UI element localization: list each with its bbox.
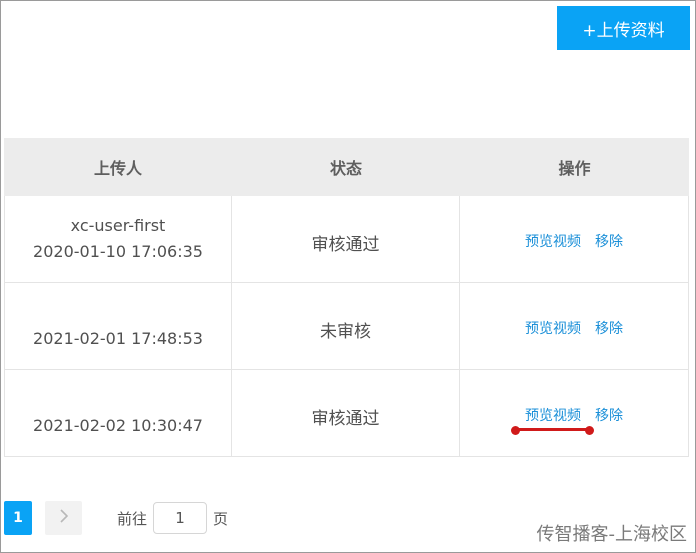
table-row: 2021-02-02 10:30:47 审核通过 预览视频 移除 [4, 370, 689, 457]
remove-link[interactable]: 移除 [595, 234, 623, 250]
annotation-dot-left [511, 426, 520, 435]
remove-link[interactable]: 移除 [595, 408, 623, 424]
annotation-dot-right [585, 426, 594, 435]
uploader-name: xc-user-first [70, 216, 166, 235]
next-page-button[interactable] [45, 501, 82, 535]
uploader-cell: 2021-02-01 17:48:53 [4, 283, 232, 369]
chevron-right-icon [59, 509, 69, 527]
upload-time: 2021-02-01 17:48:53 [33, 329, 203, 348]
status-text: 审核通过 [311, 235, 380, 255]
upload-time: 2020-01-10 17:06:35 [33, 242, 203, 261]
row-actions: 预览视频 移除 [460, 318, 688, 338]
page-suffix: 页 [213, 509, 229, 528]
uploader-cell: xc-user-first 2020-01-10 17:06:35 [4, 196, 232, 282]
status-cell: 未审核 [232, 283, 460, 369]
table-row: xc-user-first 2020-01-10 17:06:35 审核通过 预… [4, 196, 689, 283]
table-row: 2021-02-01 17:48:53 未审核 预览视频 移除 [4, 283, 689, 370]
watermark: 传智播客-上海校区 [536, 524, 688, 545]
preview-video-link[interactable]: 预览视频 [525, 234, 581, 250]
actions-cell: 预览视频 移除 [460, 283, 689, 369]
pagination: 1 前往 页 [4, 501, 228, 535]
preview-video-link[interactable]: 预览视频 [525, 321, 581, 337]
table-header: 上传人 状态 操作 [4, 138, 689, 196]
row-actions: 预览视频 移除 [460, 231, 688, 251]
status-cell: 审核通过 [232, 196, 460, 282]
goto-page-input[interactable] [153, 502, 208, 534]
page-number-current[interactable]: 1 [4, 501, 32, 535]
material-table: 上传人 状态 操作 xc-user-first 2020-01-10 17:06… [4, 138, 689, 457]
row-actions: 预览视频 移除 [460, 405, 688, 425]
annotation-underline [515, 428, 591, 431]
status-text: 审核通过 [311, 409, 380, 429]
status-text: 未审核 [320, 322, 371, 342]
uploader-cell: 2021-02-02 10:30:47 [4, 370, 232, 456]
app-frame: +上传资料 上传人 状态 操作 xc-user-first 2020-01-10… [0, 0, 696, 553]
upload-material-button[interactable]: +上传资料 [557, 6, 690, 50]
goto-label: 前往 [117, 509, 148, 528]
actions-cell: 预览视频 移除 [460, 196, 689, 282]
column-header-uploader: 上传人 [93, 159, 142, 178]
actions-cell: 预览视频 移除 [460, 370, 689, 456]
upload-time: 2021-02-02 10:30:47 [33, 416, 203, 435]
preview-video-link[interactable]: 预览视频 [525, 408, 581, 424]
status-cell: 审核通过 [232, 370, 460, 456]
column-header-actions: 操作 [558, 159, 591, 178]
remove-link[interactable]: 移除 [595, 321, 623, 337]
column-header-status: 状态 [329, 159, 362, 178]
